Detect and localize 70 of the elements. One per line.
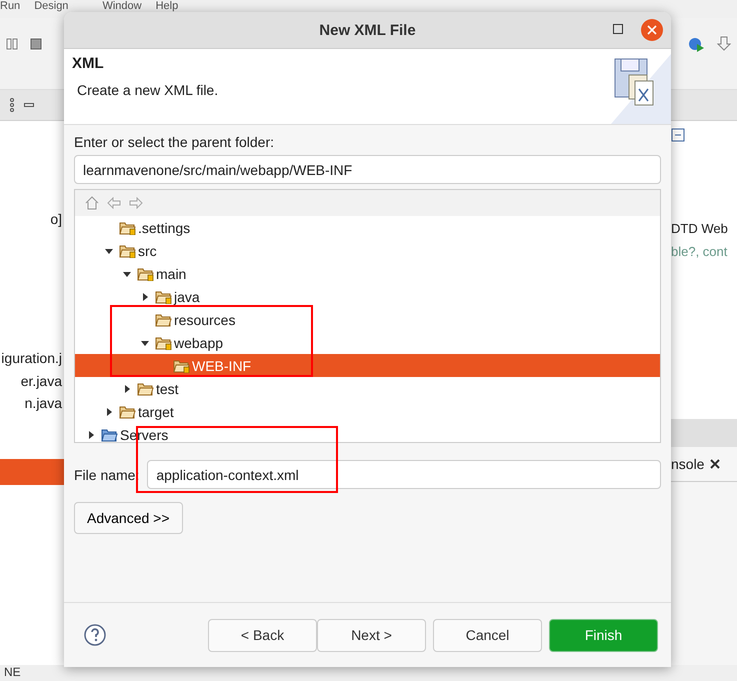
menu-item[interactable]: Window bbox=[102, 0, 142, 12]
folder-icon bbox=[155, 336, 172, 350]
expanded-arrow-icon[interactable] bbox=[123, 270, 131, 278]
window-title: New XML File bbox=[319, 22, 416, 38]
status-text: NE bbox=[0, 665, 737, 681]
folder-icon bbox=[137, 382, 154, 396]
tree-item[interactable]: resources bbox=[75, 308, 660, 331]
tree-item[interactable]: java bbox=[75, 285, 660, 308]
dialog-button[interactable]: Cancel bbox=[433, 618, 542, 652]
tree-item[interactable]: target bbox=[75, 400, 660, 423]
dialog-button[interactable]: Next > bbox=[317, 618, 426, 652]
maximize-icon[interactable] bbox=[613, 24, 623, 34]
folder-icon bbox=[173, 358, 190, 372]
run-icon[interactable] bbox=[687, 36, 705, 52]
folder-icon bbox=[119, 220, 136, 234]
help-icon[interactable] bbox=[84, 624, 106, 646]
tree-item-label: test bbox=[156, 380, 179, 396]
folder-icon bbox=[155, 290, 172, 304]
file-name: er.java bbox=[20, 373, 62, 389]
collapse-icon[interactable] bbox=[671, 128, 685, 142]
field-label: Enter or select the parent folder: bbox=[74, 134, 275, 150]
page-title: XML bbox=[72, 55, 105, 72]
panel-header bbox=[671, 419, 737, 447]
tree-item[interactable]: webapp bbox=[75, 331, 660, 354]
menu-item[interactable]: Help bbox=[156, 0, 178, 12]
tree-item[interactable]: .settings bbox=[75, 216, 660, 239]
collapsed-arrow-icon[interactable] bbox=[105, 408, 113, 416]
more-icon[interactable] bbox=[10, 98, 14, 112]
tree-item-label: webapp bbox=[174, 334, 224, 350]
tree-item[interactable]: src bbox=[75, 239, 660, 262]
close-icon[interactable] bbox=[710, 459, 720, 469]
tree-item[interactable]: test bbox=[75, 377, 660, 400]
collapsed-arrow-icon[interactable] bbox=[141, 292, 149, 300]
suspend-icon[interactable] bbox=[6, 38, 18, 50]
expanded-arrow-icon[interactable] bbox=[141, 338, 149, 346]
tree-item[interactable]: main bbox=[75, 262, 660, 285]
menu-item[interactable]: Design bbox=[34, 0, 68, 12]
tree-item-label: main bbox=[156, 266, 186, 282]
expanded-arrow-icon[interactable] bbox=[105, 246, 113, 254]
file-name: o] bbox=[50, 211, 62, 227]
folder-icon bbox=[101, 428, 118, 442]
folder-icon bbox=[137, 266, 154, 280]
folder-icon bbox=[155, 312, 172, 326]
file-name: iguration.j bbox=[1, 350, 62, 366]
collapsed-arrow-icon[interactable] bbox=[87, 430, 95, 438]
home-icon[interactable] bbox=[85, 196, 99, 210]
minimize-icon[interactable] bbox=[24, 103, 34, 107]
menu-item[interactable]: Run bbox=[0, 0, 20, 12]
code-line: ble?, cont bbox=[671, 244, 728, 259]
file-name: n.java bbox=[24, 395, 62, 411]
page-description: Create a new XML file. bbox=[76, 82, 218, 98]
stop-icon[interactable] bbox=[30, 38, 42, 50]
tree-item-label: .settings bbox=[138, 220, 190, 236]
tree-item-label: src bbox=[138, 242, 157, 258]
code-line: DTD Web bbox=[671, 221, 728, 236]
folder-icon bbox=[119, 404, 136, 418]
selected-row bbox=[0, 459, 64, 485]
tree-item-label: resources bbox=[174, 312, 236, 328]
advanced-button[interactable]: Advanced >> bbox=[74, 502, 183, 534]
folder-icon bbox=[119, 244, 136, 258]
dialog-button[interactable]: < Back bbox=[208, 618, 317, 652]
tree-item-label: java bbox=[174, 288, 200, 304]
tree-item[interactable]: WEB-INF bbox=[75, 354, 660, 377]
tree-item-label: WEB-INF bbox=[192, 358, 252, 374]
collapsed-arrow-icon[interactable] bbox=[123, 384, 131, 392]
download-icon[interactable] bbox=[717, 36, 731, 52]
file-name-field[interactable]: application-context.xml bbox=[147, 460, 661, 489]
tree-item-label: target bbox=[138, 404, 174, 420]
folder-path-field[interactable]: learnmavenone/src/main/webapp/WEB-INF bbox=[74, 155, 661, 184]
close-button[interactable] bbox=[641, 19, 663, 41]
